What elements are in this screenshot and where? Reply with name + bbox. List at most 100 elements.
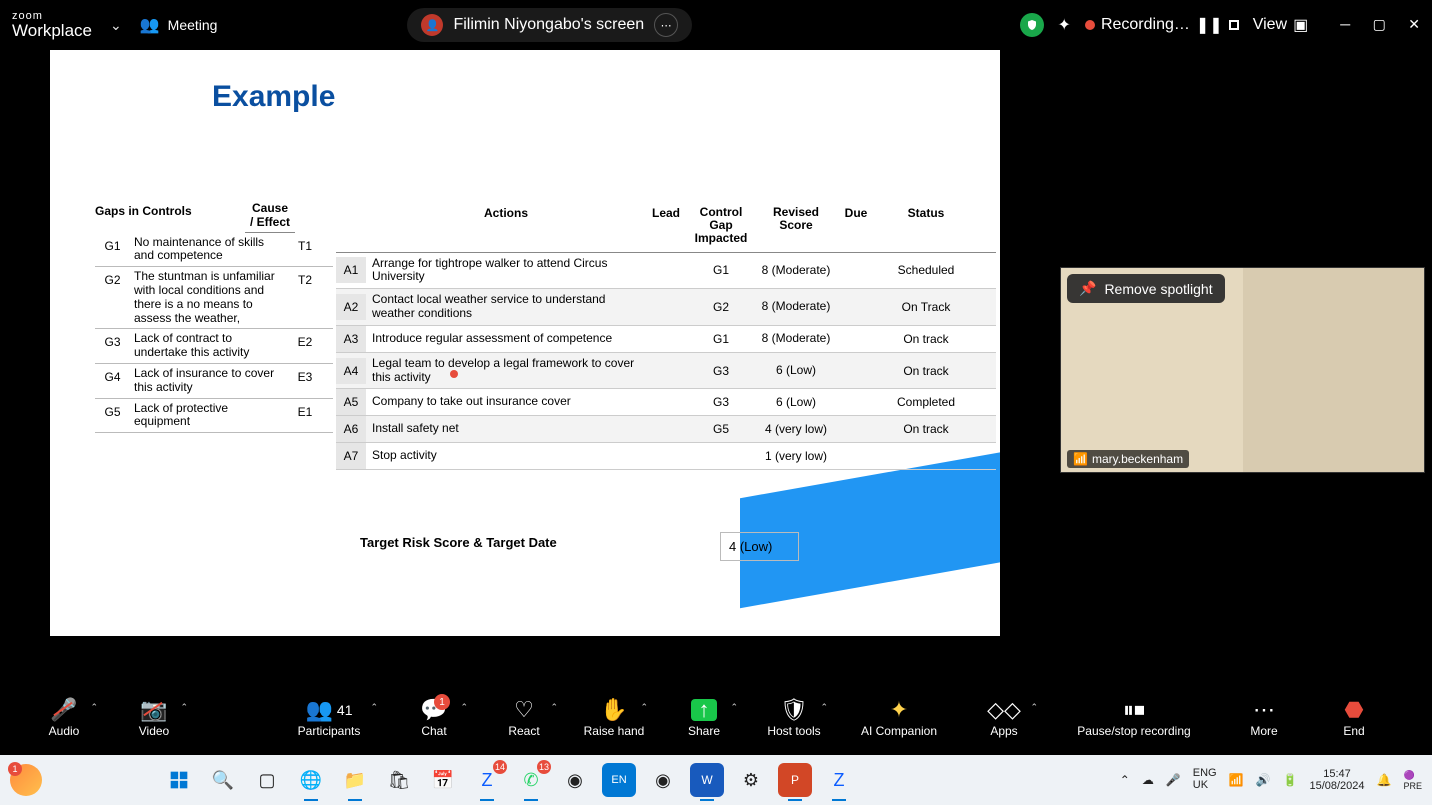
- action-id: A4: [336, 358, 366, 384]
- settings-icon[interactable]: ⚙: [734, 763, 768, 797]
- participants-label: Participants: [298, 724, 361, 738]
- react-button[interactable]: ⌃ ♡ React: [484, 696, 564, 738]
- presenter-name: Filimin Niyongabo's screen: [453, 16, 644, 34]
- recording-indicator[interactable]: Recording… ❚❚: [1085, 15, 1239, 35]
- gap-id: G2: [95, 267, 130, 328]
- ai-sparkle-icon[interactable]: ✦: [1058, 15, 1071, 35]
- stop-icon[interactable]: [1229, 20, 1239, 30]
- action-row: A1 Arrange for tightrope walker to atten…: [336, 253, 996, 290]
- audio-button[interactable]: ⌃ 🎤 Audio: [24, 696, 104, 738]
- people-icon: 👥 41: [306, 696, 353, 724]
- view-button[interactable]: View ▣: [1253, 15, 1309, 35]
- search-icon[interactable]: 🔍: [206, 763, 240, 797]
- apps-label: Apps: [990, 724, 1017, 738]
- battery-icon[interactable]: 🔋: [1283, 773, 1298, 787]
- col-due: Due: [836, 200, 876, 252]
- action-status: Completed: [876, 395, 976, 409]
- meeting-button[interactable]: 👥 Meeting: [140, 15, 218, 35]
- participants-button[interactable]: ⌃ 👥 41 Participants: [274, 696, 384, 738]
- microphone-muted-icon: 🎤: [50, 696, 77, 724]
- action-row: A2 Contact local weather service to unde…: [336, 289, 996, 326]
- zoom-client-icon[interactable]: Z: [822, 763, 856, 797]
- file-explorer-icon[interactable]: 📁: [338, 763, 372, 797]
- ai-label: AI Companion: [861, 724, 937, 738]
- share-options-icon[interactable]: ⋯: [654, 13, 678, 37]
- tray-chevron-icon[interactable]: ⌃: [1120, 773, 1130, 787]
- onedrive-icon[interactable]: ☁: [1142, 773, 1154, 787]
- edge-icon[interactable]: 🌐: [294, 763, 328, 797]
- screen-share-pill[interactable]: 👤 Filimin Niyongabo's screen ⋯: [407, 8, 692, 42]
- action-text: Company to take out insurance cover: [366, 391, 646, 413]
- chrome-icon[interactable]: ◉: [558, 763, 592, 797]
- raise-hand-button[interactable]: ⌃ ✋ Raise hand: [574, 696, 654, 738]
- signal-icon: 📶: [1073, 452, 1088, 466]
- copilot-icon[interactable]: 🟣PRE: [1403, 770, 1422, 791]
- clock[interactable]: 15:47 15/08/2024: [1309, 768, 1364, 792]
- action-score: 8 (Moderate): [756, 300, 836, 313]
- zoom-taskbar-icon[interactable]: Z14: [470, 763, 504, 797]
- chevron-up-icon[interactable]: ⌃: [640, 702, 648, 713]
- minimize-icon[interactable]: ─: [1340, 16, 1350, 32]
- windows-taskbar: 1 🔍 ▢ 🌐 📁 🛍 📅 Z14 ✆13 ◉ EN ◉ W ⚙ P Z ⌃ ☁…: [0, 755, 1432, 805]
- target-value-box: 4 (Low): [720, 532, 799, 561]
- language-indicator[interactable]: ENG UK: [1193, 768, 1217, 791]
- ai-companion-button[interactable]: ✦ AI Companion: [844, 696, 954, 738]
- remove-spotlight-button[interactable]: 📌 Remove spotlight: [1067, 274, 1225, 303]
- microsoft-store-icon[interactable]: 🛍: [382, 763, 416, 797]
- share-button[interactable]: ⌃ ↑ Share: [664, 696, 744, 738]
- zoom-title-bar: zoom Workplace ⌄ 👥 Meeting 👤 Filimin Niy…: [0, 0, 1432, 50]
- gap-cause-effect: E3: [285, 364, 325, 398]
- video-label: Video: [139, 724, 169, 738]
- chevron-up-icon[interactable]: ⌃: [90, 702, 98, 713]
- actions-table: Actions Lead Control Gap Impacted Revise…: [336, 200, 996, 470]
- host-tools-button[interactable]: ⌃ 🛡 Host tools: [754, 696, 834, 738]
- actions-header-row: Actions Lead Control Gap Impacted Revise…: [336, 200, 996, 253]
- language-app-icon[interactable]: EN: [602, 763, 636, 797]
- microphone-tray-icon[interactable]: 🎤: [1166, 773, 1181, 787]
- close-icon[interactable]: ✕: [1408, 16, 1420, 32]
- widgets-badge: 1: [8, 762, 22, 776]
- chat-button[interactable]: ⌃ 1 💬 Chat: [394, 696, 474, 738]
- participant-video-tile[interactable]: 📌 Remove spotlight 📶 mary.beckenham: [1060, 267, 1425, 473]
- task-view-icon[interactable]: ▢: [250, 763, 284, 797]
- calendar-icon[interactable]: 📅: [426, 763, 460, 797]
- chevron-up-icon[interactable]: ⌃: [1030, 702, 1038, 713]
- col-status: Status: [876, 200, 976, 252]
- volume-icon[interactable]: 🔊: [1256, 773, 1271, 787]
- action-status: On Track: [876, 300, 976, 314]
- gaps-header-label: Gaps in Controls: [95, 200, 245, 233]
- chevron-up-icon[interactable]: ⌃: [820, 702, 828, 713]
- whatsapp-icon[interactable]: ✆13: [514, 763, 548, 797]
- end-button[interactable]: ⬣ End: [1314, 696, 1394, 738]
- action-text: Introduce regular assessment of competen…: [366, 328, 646, 350]
- chevron-up-icon[interactable]: ⌃: [180, 702, 188, 713]
- notifications-icon[interactable]: 🔔: [1377, 773, 1392, 787]
- chrome2-icon[interactable]: ◉: [646, 763, 680, 797]
- pause-icon[interactable]: ❚❚: [1196, 15, 1223, 35]
- word-icon[interactable]: W: [690, 763, 724, 797]
- wifi-icon[interactable]: 📶: [1229, 773, 1244, 787]
- action-text: Arrange for tightrope walker to attend C…: [366, 253, 646, 289]
- widgets-icon[interactable]: 1: [10, 764, 42, 796]
- apps-button[interactable]: ⌃ ◇◇ Apps: [964, 696, 1044, 738]
- action-score: 1 (very low): [756, 450, 836, 463]
- encryption-shield-icon[interactable]: [1020, 13, 1044, 37]
- more-button[interactable]: ⋯ More: [1224, 696, 1304, 738]
- start-icon[interactable]: [162, 763, 196, 797]
- powerpoint-icon[interactable]: P: [778, 763, 812, 797]
- chevron-up-icon[interactable]: ⌃: [550, 702, 558, 713]
- camera-off-icon: 📷: [140, 696, 167, 724]
- action-text: Install safety net: [366, 418, 646, 440]
- window-controls: ─ ▢ ✕: [1322, 16, 1420, 34]
- maximize-icon[interactable]: ▢: [1373, 16, 1386, 32]
- video-button[interactable]: ⌃ 📷 Video: [114, 696, 194, 738]
- action-text: Legal team to develop a legal framework …: [366, 353, 646, 389]
- person-right: [1243, 268, 1425, 472]
- gap-cause-effect: T1: [285, 233, 325, 267]
- chevron-up-icon[interactable]: ⌃: [730, 702, 738, 713]
- chevron-up-icon[interactable]: ⌃: [460, 702, 468, 713]
- pause-recording-button[interactable]: ⏸⏹ Pause/stop recording: [1054, 696, 1214, 738]
- workplace-menu-chevron-icon[interactable]: ⌄: [110, 17, 122, 34]
- chevron-up-icon[interactable]: ⌃: [370, 702, 378, 713]
- action-row: A4 Legal team to develop a legal framewo…: [336, 353, 996, 390]
